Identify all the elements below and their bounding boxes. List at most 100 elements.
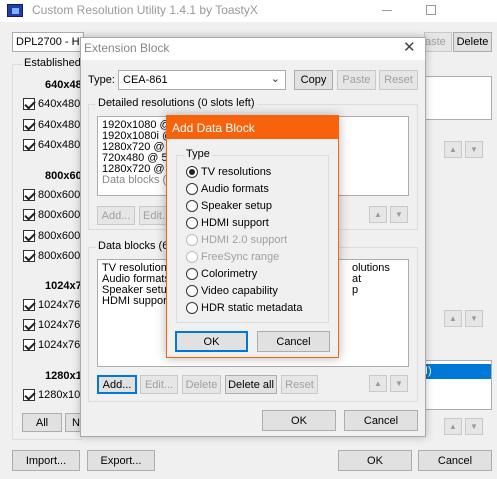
radio-tv-resolutions[interactable]: TV resolutions (186, 163, 271, 180)
checkbox-label: 800x600 (38, 230, 81, 242)
main-up-arrow-button-3[interactable]: ▲ (444, 418, 462, 435)
detailed-down-arrow-button[interactable]: ▼ (390, 206, 408, 223)
main-down-arrow-button-2[interactable]: ▼ (465, 310, 483, 327)
add-ok-button[interactable]: OK (175, 331, 248, 352)
data-down-arrow-button[interactable]: ▼ (390, 375, 408, 392)
add-cancel-button[interactable]: Cancel (257, 331, 330, 352)
all-button[interactable]: All (22, 413, 62, 432)
checkbox-row[interactable]: 800x600 (23, 227, 80, 245)
type-select-value: CEA-861 (123, 74, 168, 86)
radio-icon (186, 267, 198, 280)
main-up-arrow-button-2[interactable]: ▲ (444, 310, 462, 327)
maximize-icon[interactable] (426, 5, 436, 15)
radio-label: TV resolutions (201, 165, 272, 178)
paste-button[interactable]: Paste (337, 70, 376, 90)
main-window-title: Custom Resolution Utility 1.4.1 by Toast… (32, 3, 258, 17)
checkbox-checked-icon (23, 230, 35, 242)
data-delete-button[interactable]: Delete (182, 375, 221, 394)
checkbox-row[interactable]: 1280x10 (23, 386, 80, 404)
monitor-select-value: DPL2700 - HD (16, 36, 84, 48)
main-down-arrow-button[interactable]: ▼ (465, 141, 483, 158)
reset-button[interactable]: Reset (379, 70, 418, 90)
minimize-icon[interactable] (382, 10, 392, 11)
main-right-list-bottom[interactable]: I) (420, 360, 492, 410)
type-select[interactable]: CEA-861 ⌄ (118, 70, 286, 90)
radio-disabled-icon (186, 250, 198, 263)
data-delete-all-button[interactable]: Delete all (225, 375, 277, 394)
checkbox-label: 640x480 (38, 119, 81, 131)
checkbox-checked-icon (23, 119, 35, 131)
checkbox-checked-icon (23, 250, 35, 262)
checkbox-row[interactable]: 800x600 (23, 186, 80, 204)
radio-colorimetry[interactable]: Colorimetry (186, 265, 257, 282)
close-icon[interactable]: ✕ (403, 38, 416, 56)
extension-cancel-label: Cancel (363, 414, 399, 427)
radio-label: FreeSync range (201, 250, 280, 263)
import-button[interactable]: Import... (12, 450, 80, 471)
checkbox-row[interactable]: 640x480 (23, 95, 80, 113)
group-head-800: 800x60 (45, 170, 82, 182)
radio-hdmi-support[interactable]: HDMI support (186, 214, 269, 231)
checkbox-row[interactable]: 800x600 (23, 206, 80, 224)
checkbox-row[interactable]: 640x480 (23, 136, 80, 154)
main-ok-button[interactable]: OK (338, 450, 412, 471)
detailed-edit-button[interactable]: Edit... (139, 206, 171, 225)
main-title-bar: Custom Resolution Utility 1.4.1 by Toast… (0, 0, 497, 22)
checkbox-checked-icon (23, 98, 35, 110)
data-delete-label: Delete (185, 378, 218, 391)
data-reset-label: Reset (285, 378, 314, 391)
radio-label: Speaker setup (201, 199, 272, 212)
data-edit-button[interactable]: Edit... (140, 375, 178, 394)
monitor-select[interactable]: DPL2700 - HD (12, 32, 84, 52)
export-button[interactable]: Export... (87, 450, 155, 471)
checkbox-checked-icon (23, 139, 35, 151)
import-label: Import... (25, 454, 67, 467)
main-up-arrow-button[interactable]: ▲ (444, 141, 462, 158)
radio-video-capability[interactable]: Video capability (186, 282, 278, 299)
data-up-arrow-button[interactable]: ▲ (369, 375, 387, 392)
radio-label: Colorimetry (201, 267, 258, 280)
checkbox-label: 800x600 (38, 209, 81, 221)
radio-label: HDMI support (201, 216, 269, 229)
data-reset-button[interactable]: Reset (281, 375, 318, 394)
detailed-add-button[interactable]: Add... (97, 206, 135, 225)
radio-audio-formats[interactable]: Audio formats (186, 180, 269, 197)
checkbox-checked-icon (23, 389, 35, 401)
group-head-1280: 1280x1 (45, 370, 82, 382)
main-delete-label: Delete (456, 36, 489, 48)
copy-button[interactable]: Copy (294, 70, 333, 90)
reset-label: Reset (384, 74, 413, 86)
checkbox-checked-icon (23, 209, 35, 221)
extension-cancel-button[interactable]: Cancel (344, 410, 418, 431)
checkbox-label: 1024x76 (38, 299, 81, 311)
detailed-add-label: Add... (101, 209, 131, 222)
checkbox-checked-icon (23, 299, 35, 311)
paste-label: Paste (342, 74, 371, 86)
selected-list-item[interactable]: I) (421, 364, 491, 379)
main-delete-button[interactable]: Delete (453, 32, 492, 52)
main-down-arrow-button-3[interactable]: ▼ (465, 418, 483, 435)
detailed-up-arrow-button[interactable]: ▲ (369, 206, 387, 223)
extension-title-bar: Extension Block ✕ (81, 38, 425, 60)
data-delete-all-label: Delete all (228, 378, 274, 391)
checkbox-row[interactable]: 1024x76 (23, 316, 80, 334)
checkbox-row[interactable]: 800x600 (23, 247, 80, 265)
checkbox-label: 640x480 (38, 139, 81, 151)
add-data-block-title-bar: Add Data Block (167, 116, 338, 139)
main-cancel-button[interactable]: Cancel (418, 450, 492, 471)
main-paste-button[interactable]: aste (424, 32, 452, 52)
radio-hdr-static-metadata[interactable]: HDR static metadata (186, 299, 302, 316)
main-right-list-top[interactable] (420, 76, 492, 120)
checkbox-row[interactable]: 640x480 (23, 116, 80, 134)
radio-speaker-setup[interactable]: Speaker setup (186, 197, 272, 214)
checkbox-row[interactable]: 1024x76 (23, 296, 80, 314)
data-add-button[interactable]: Add... (97, 375, 137, 394)
all-label: All (35, 416, 49, 429)
checkbox-label: 800x600 (38, 189, 81, 201)
checkbox-row[interactable]: 1024x76 (23, 336, 80, 354)
extension-title: Extension Block (84, 41, 170, 55)
extension-ok-button[interactable]: OK (262, 410, 336, 431)
checkbox-label: 800x600 (38, 250, 81, 262)
radio-label: Video capability (201, 284, 278, 297)
group-head-640: 640x48 (45, 79, 82, 91)
